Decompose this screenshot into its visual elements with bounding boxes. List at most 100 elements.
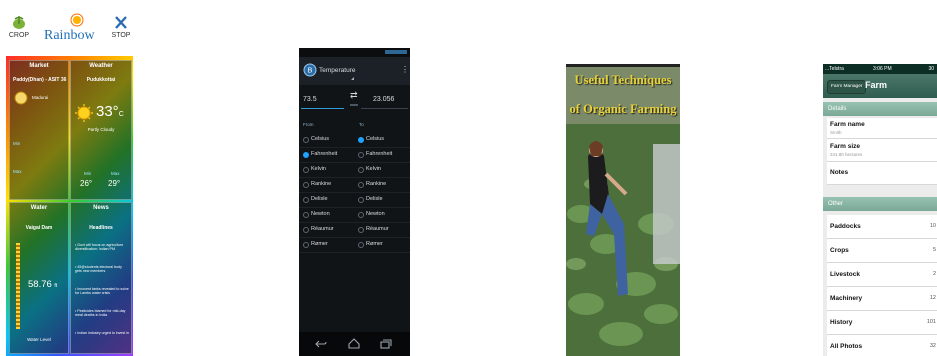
to-unit-label[interactable]: Fahrenheit: [366, 151, 392, 157]
from-unit-label[interactable]: Delisle: [311, 196, 328, 202]
news-tile[interactable]: News Headlines • Govt will focus on agri…: [70, 202, 132, 354]
weather-condition: Partly Cloudy: [87, 127, 115, 132]
farm-name-cell[interactable]: Farm name Smith: [827, 118, 937, 139]
row-count: 2: [932, 271, 936, 277]
all-photos-cell[interactable]: All Photos 32: [827, 335, 937, 356]
livestock-cell[interactable]: Livestock 2: [827, 263, 937, 287]
farm-name-label: Farm name: [830, 121, 865, 128]
water-level-gauge: [16, 243, 20, 329]
from-radio[interactable]: [303, 197, 309, 203]
farm-size-label: Farm size: [830, 143, 860, 150]
news-subtitle: Headlines: [89, 225, 113, 231]
home-icon[interactable]: [348, 338, 360, 349]
to-radio[interactable]: [358, 152, 364, 158]
from-unit-label[interactable]: Kelvin: [311, 166, 326, 172]
unit-row: Fahrenheit Fahrenheit: [299, 148, 410, 163]
logo-text: Rainbow: [44, 28, 95, 43]
to-radio[interactable]: [358, 182, 364, 188]
crop-icon: [13, 16, 25, 29]
from-radio[interactable]: [303, 182, 309, 188]
from-radio[interactable]: [303, 227, 309, 233]
back-icon[interactable]: [315, 339, 327, 349]
recent-apps-icon[interactable]: [380, 339, 392, 349]
row-count: 12: [929, 295, 936, 301]
row-label: Crops: [830, 247, 849, 254]
unit-row: Celsius Celsius: [299, 133, 410, 148]
android-nav-bar: [299, 332, 410, 356]
from-radio-selected[interactable]: [303, 152, 309, 158]
history-cell[interactable]: History 101: [827, 311, 937, 335]
section-header-details: Details: [823, 102, 937, 116]
back-button[interactable]: Farm Manager: [827, 80, 867, 94]
water-level-value: 58.76: [28, 279, 52, 290]
to-unit-label[interactable]: Rømer: [366, 241, 383, 247]
to-unit-label[interactable]: Delisle: [366, 196, 383, 202]
category-title: Temperature: [319, 67, 356, 74]
machinery-cell[interactable]: Machinery 12: [827, 287, 937, 311]
from-radio[interactable]: [303, 242, 309, 248]
to-radio-selected[interactable]: [358, 137, 364, 143]
news-item[interactable]: • Govt will focus on agriculture diversi…: [75, 243, 129, 252]
market-tile[interactable]: Market Paddy(Dhan) - ASIT 36 Madurai Min…: [9, 60, 69, 200]
to-radio[interactable]: [358, 242, 364, 248]
row-count: 32: [929, 343, 936, 349]
to-unit-label[interactable]: Rankine: [366, 181, 386, 187]
to-radio[interactable]: [358, 227, 364, 233]
crops-cell[interactable]: Crops 5: [827, 239, 937, 263]
to-unit-label[interactable]: Newton: [366, 211, 385, 217]
from-unit-label[interactable]: Rømer: [311, 241, 328, 247]
news-item[interactable]: • 45@students electoral body gets new me…: [75, 265, 129, 274]
spinner-arrow-icon: [351, 77, 354, 80]
notes-cell[interactable]: Notes: [827, 162, 937, 185]
from-input-underline: [301, 108, 344, 109]
to-unit-label[interactable]: Réaumur: [366, 226, 389, 232]
farm-name-value: Smith: [830, 130, 842, 135]
from-value-input[interactable]: 73.5: [303, 96, 317, 103]
unit-row: Réaumur Réaumur: [299, 223, 410, 238]
swap-icon[interactable]: ⇄: [350, 90, 358, 101]
paddocks-cell[interactable]: Paddocks 10: [827, 215, 937, 239]
to-value-output: 23.056: [373, 96, 395, 103]
from-radio[interactable]: [303, 212, 309, 218]
to-radio[interactable]: [358, 212, 364, 218]
from-radio[interactable]: [303, 137, 309, 143]
to-radio[interactable]: [358, 197, 364, 203]
converter-app-screenshot: B Temperature ⋮ 73.5 ⇄ 23.056 From To Ce…: [299, 48, 410, 356]
from-unit-label[interactable]: Rankine: [311, 181, 331, 187]
overflow-menu-icon[interactable]: ⋮: [401, 65, 409, 74]
to-unit-label[interactable]: Celsius: [366, 136, 384, 142]
market-name: Madurai: [32, 95, 49, 100]
to-column-header: To: [359, 122, 364, 127]
market-commodity: Paddy(Dhan) - ASIT 36: [13, 77, 67, 83]
news-item[interactable]: • Indian industry urged to invest in: [75, 331, 129, 335]
news-item[interactable]: • Innocent tanks revealed to solve for L…: [75, 287, 129, 296]
water-level: 58.76 ft: [28, 279, 57, 290]
news-item-text: Indian industry urged to invest in: [77, 331, 130, 335]
news-item[interactable]: • Pesticides blamed for mid-day meal dea…: [75, 309, 129, 318]
from-unit-label[interactable]: Réaumur: [311, 226, 334, 232]
to-radio[interactable]: [358, 167, 364, 173]
from-unit-label[interactable]: Fahrenheit: [311, 151, 337, 157]
water-level-unit: ft: [54, 283, 58, 289]
stop-button[interactable]: STOP: [110, 14, 132, 39]
from-unit-label[interactable]: Newton: [311, 211, 330, 217]
crop-button[interactable]: CROP: [8, 14, 30, 39]
section-header-other: Other: [823, 197, 937, 211]
battery-label: 30: [928, 66, 934, 72]
from-unit-label[interactable]: Celsius: [311, 136, 329, 142]
news-item-text: 45@students electoral body gets new memb…: [75, 265, 122, 274]
app-header: CROP Rainbow STOP: [6, 10, 133, 56]
water-tile[interactable]: Water Vaigai Dam 58.76 ft Water Level: [9, 202, 69, 354]
farm-size-cell[interactable]: Farm size 341.80 hectares: [827, 139, 937, 162]
to-unit-label[interactable]: Kelvin: [366, 166, 381, 172]
action-bar: B Temperature ⋮: [299, 57, 410, 85]
organic-farming-screenshot: Useful Techniques of Organic Farming: [566, 64, 680, 356]
title-line-1: Useful Techniques: [574, 73, 672, 87]
category-spinner[interactable]: Temperature: [319, 67, 356, 74]
row-label: Paddocks: [830, 223, 861, 230]
app-icon[interactable]: B: [303, 63, 317, 77]
weather-tile[interactable]: Weather Pudukkottai 33°C Partly Cloudy M…: [70, 60, 132, 200]
crop-label: CROP: [8, 32, 30, 39]
from-radio[interactable]: [303, 167, 309, 173]
water-title: Water: [30, 205, 48, 211]
